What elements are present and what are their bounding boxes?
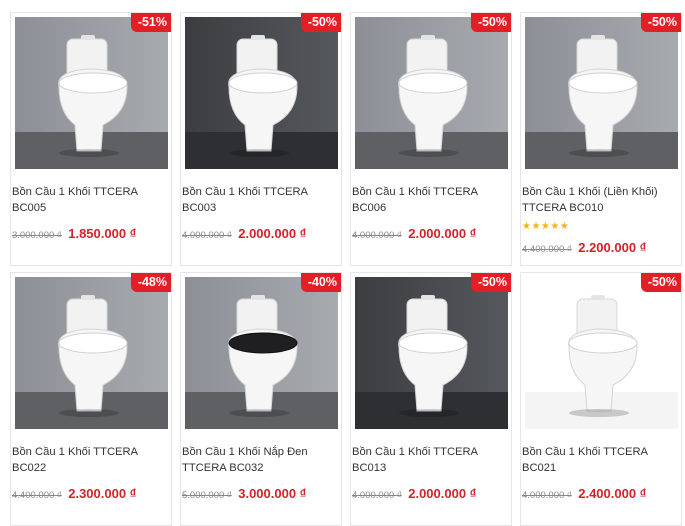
toilet-image [185, 17, 338, 169]
price-block: 4.000.000 ₫ 2.000.000 ₫ [352, 225, 476, 243]
product-grid: -51% Bồn Cầu 1 Khối TTCERA BC005 3.000.0… [0, 0, 685, 526]
price-block: 4.400.000 ₫ 2.200.000 ₫ [522, 239, 646, 257]
old-price: 5.000.000 ₫ [182, 490, 232, 501]
old-price: 3.000.000 ₫ [12, 230, 62, 241]
product-title[interactable]: Bồn Cầu 1 Khối TTCERA BC006 [352, 185, 502, 216]
product-title[interactable]: Bồn Cầu 1 Khối TTCERA BC022 [12, 445, 162, 476]
sale-price: 2.200.000 ₫ [578, 240, 647, 255]
product-image[interactable] [15, 17, 168, 169]
rating-stars: ★★★★★ [522, 221, 570, 232]
product-card[interactable]: -48% Bồn Cầu 1 Khối TTCERA BC022 4.400.0… [10, 272, 172, 526]
product-image[interactable] [185, 277, 338, 429]
discount-badge: -50% [470, 273, 511, 292]
sale-price: 2.300.000 ₫ [68, 486, 137, 501]
toilet-image [15, 17, 168, 169]
price-block: 4.000.000 ₫ 2.400.000 ₫ [522, 485, 646, 503]
sale-price: 3.000.000 ₫ [238, 486, 307, 501]
product-title[interactable]: Bồn Cầu 1 Khối TTCERA BC013 [352, 445, 502, 476]
product-card[interactable]: -51% Bồn Cầu 1 Khối TTCERA BC005 3.000.0… [10, 12, 172, 266]
old-price: 4.400.000 ₫ [12, 490, 62, 501]
product-image[interactable] [355, 277, 508, 429]
product-title[interactable]: Bồn Cầu 1 Khối TTCERA BC021 [522, 445, 672, 476]
discount-badge: -50% [640, 13, 681, 32]
old-price: 4.000.000 ₫ [522, 490, 572, 501]
product-title[interactable]: Bồn Cầu 1 Khối TTCERA BC003 [182, 185, 332, 216]
product-image[interactable] [355, 17, 508, 169]
price-block: 4.000.000 ₫ 2.000.000 ₫ [182, 225, 306, 243]
product-card[interactable]: -50% Bồn Cầu 1 Khối TTCERA BC021 4.000.0… [520, 272, 682, 526]
product-title[interactable]: Bồn Cầu 1 Khối Nắp Đen TTCERA BC032 [182, 445, 332, 476]
toilet-image [355, 277, 508, 429]
discount-badge: -51% [130, 13, 171, 32]
product-title[interactable]: Bồn Cầu 1 Khối (Liền Khối) TTCERA BC010 [522, 185, 672, 216]
discount-badge: -50% [640, 273, 681, 292]
discount-badge: -50% [300, 13, 341, 32]
old-price: 4.400.000 ₫ [522, 244, 572, 255]
product-card[interactable]: -50% Bồn Cầu 1 Khối TTCERA BC003 4.000.0… [180, 12, 342, 266]
old-price: 4.000.000 ₫ [352, 490, 402, 501]
sale-price: 2.000.000 ₫ [408, 486, 477, 501]
product-image[interactable] [15, 277, 168, 429]
product-image[interactable] [525, 277, 678, 429]
toilet-image [355, 17, 508, 169]
old-price: 4.000.000 ₫ [182, 230, 232, 241]
sale-price: 2.000.000 ₫ [408, 226, 477, 241]
product-card[interactable]: -50% Bồn Cầu 1 Khối TTCERA BC013 4.000.0… [350, 272, 512, 526]
toilet-image [185, 277, 338, 429]
price-block: 4.000.000 ₫ 2.000.000 ₫ [352, 485, 476, 503]
product-card[interactable]: -50% Bồn Cầu 1 Khối TTCERA BC006 4.000.0… [350, 12, 512, 266]
toilet-image [525, 17, 678, 169]
price-block: 5.000.000 ₫ 3.000.000 ₫ [182, 485, 306, 503]
price-block: 3.000.000 ₫ 1.850.000 ₫ [12, 225, 136, 243]
discount-badge: -40% [300, 273, 341, 292]
toilet-image [525, 277, 678, 429]
discount-badge: -50% [470, 13, 511, 32]
product-card[interactable]: -40% Bồn Cầu 1 Khối Nắp Đen TTCERA BC032… [180, 272, 342, 526]
old-price: 4.000.000 ₫ [352, 230, 402, 241]
product-card[interactable]: -50% Bồn Cầu 1 Khối (Liền Khối) TTCERA B… [520, 12, 682, 266]
price-block: 4.400.000 ₫ 2.300.000 ₫ [12, 485, 136, 503]
toilet-image [15, 277, 168, 429]
sale-price: 2.400.000 ₫ [578, 486, 647, 501]
sale-price: 1.850.000 ₫ [68, 226, 137, 241]
discount-badge: -48% [130, 273, 171, 292]
product-image[interactable] [185, 17, 338, 169]
sale-price: 2.000.000 ₫ [238, 226, 307, 241]
product-title[interactable]: Bồn Cầu 1 Khối TTCERA BC005 [12, 185, 162, 216]
product-image[interactable] [525, 17, 678, 169]
